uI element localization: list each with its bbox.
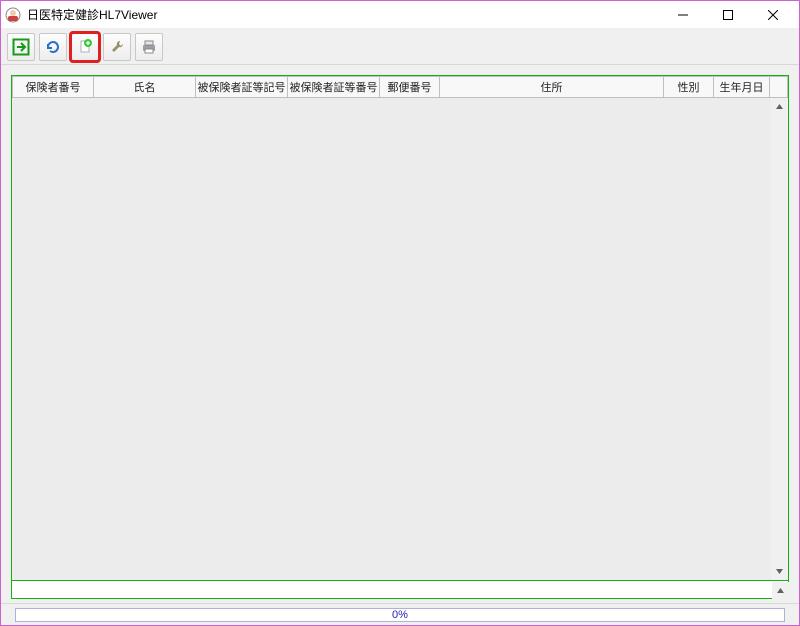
column-header-filler [770,76,788,98]
table-body [12,98,788,580]
table-footer-strip [11,581,789,599]
add-button[interactable] [71,33,99,61]
column-header-sex[interactable]: 性別 [664,76,714,98]
column-header-name[interactable]: 氏名 [94,76,196,98]
column-header-postal[interactable]: 郵便番号 [380,76,440,98]
column-header-cert_number[interactable]: 被保険者証等番号 [288,76,380,98]
refresh-icon [44,38,62,56]
app-window: 日医特定健診HL7Viewer [0,0,800,626]
printer-icon [140,38,158,56]
settings-button[interactable] [103,33,131,61]
maximize-icon [723,10,733,20]
progress-text: 0% [392,609,408,621]
toolbar [1,29,799,65]
scroll-down-arrow-icon[interactable] [771,563,788,580]
column-header-insurer_no[interactable]: 保険者番号 [12,76,94,98]
column-header-cert_symbol[interactable]: 被保険者証等記号 [196,76,288,98]
window-title: 日医特定健診HL7Viewer [27,6,660,23]
print-button[interactable] [135,33,163,61]
export-right-icon [12,38,30,56]
refresh-button[interactable] [39,33,67,61]
column-header-birth[interactable]: 生年月日 [714,76,770,98]
column-header-address[interactable]: 住所 [440,76,664,98]
wrench-icon [108,38,126,56]
close-icon [768,10,778,20]
content-area: 保険者番号氏名被保険者証等記号被保険者証等番号郵便番号住所性別生年月日 [1,65,799,603]
close-button[interactable] [750,1,795,28]
progress-bar: 0% [15,608,785,622]
data-table: 保険者番号氏名被保険者証等記号被保険者証等番号郵便番号住所性別生年月日 [11,75,789,581]
table-header-row: 保険者番号氏名被保険者証等記号被保険者証等番号郵便番号住所性別生年月日 [12,76,788,98]
scroll-up-arrow-icon[interactable] [771,98,788,115]
export-button[interactable] [7,33,35,61]
add-page-icon [76,38,94,56]
minimize-icon [678,10,688,20]
scroll-up-arrow-icon[interactable] [772,582,789,599]
minimize-button[interactable] [660,1,705,28]
vertical-scrollbar-lower[interactable] [772,582,789,599]
titlebar: 日医特定健診HL7Viewer [1,1,799,29]
statusbar: 0% [1,603,799,625]
vertical-scrollbar[interactable] [771,98,788,580]
maximize-button[interactable] [705,1,750,28]
app-icon [5,7,21,23]
